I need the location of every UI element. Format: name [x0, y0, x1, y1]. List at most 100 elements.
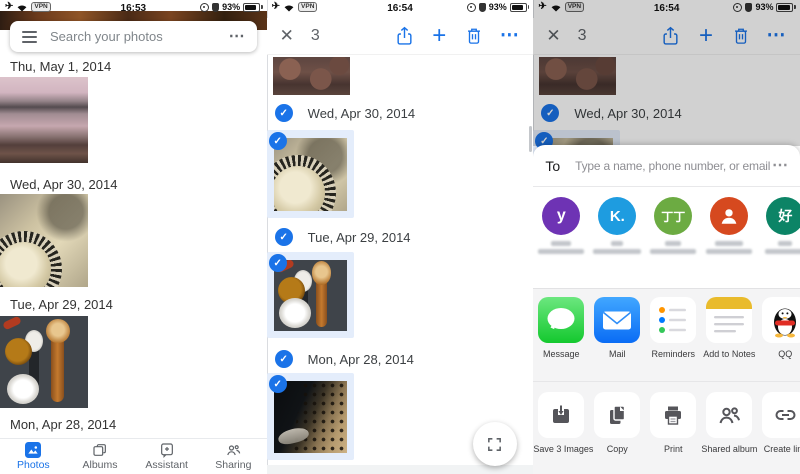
checked-circle-icon[interactable]: ✓ [269, 254, 287, 272]
status-bar: ✈ VPN 16:54 93% [267, 0, 534, 18]
shield-icon [212, 3, 219, 12]
share-target-reminders[interactable]: Reminders [645, 297, 701, 359]
avatar-initial: 好 [778, 206, 792, 226]
contact-detail-redacted [706, 249, 752, 254]
photo-thumbnail-spoons[interactable] [0, 316, 88, 408]
contact-suggestion[interactable]: 好 [757, 197, 800, 254]
date-select-row[interactable]: ✓ Tue, Apr 29, 2014 [275, 227, 411, 247]
battery-percent: 93% [489, 2, 507, 12]
checked-circle-icon[interactable]: ✓ [269, 132, 287, 150]
share-target-label: Message [533, 349, 589, 359]
contact-name-redacted [551, 241, 571, 246]
photos-icon [25, 442, 41, 458]
contact-detail-redacted [593, 249, 641, 254]
selection-count: 3 [311, 27, 320, 45]
modal-dim-overlay[interactable] [533, 0, 800, 146]
contact-suggestion[interactable]: y [533, 197, 589, 254]
photo-thumbnail-partial[interactable] [273, 57, 350, 95]
reminders-app-icon[interactable] [650, 297, 696, 343]
action-shared-album[interactable]: Shared album [701, 392, 757, 454]
contact-suggestion[interactable]: K. [589, 197, 645, 254]
next-row-peek [267, 465, 534, 474]
add-to-icon[interactable]: + [428, 24, 450, 48]
shared-album-icon[interactable] [706, 392, 752, 438]
tab-assistant[interactable]: Assistant [133, 439, 200, 474]
date-header: Tue, Apr 29, 2014 [10, 297, 113, 312]
action-label: Create link [757, 444, 800, 454]
share-target-notes[interactable]: Add to Notes [701, 297, 757, 359]
menu-icon[interactable] [22, 31, 37, 43]
checked-circle-icon[interactable]: ✓ [275, 104, 293, 122]
action-copy[interactable]: Copy [589, 392, 645, 454]
action-print[interactable]: Print [645, 392, 701, 454]
action-label: Save 3 Images [533, 444, 589, 454]
date-select-row[interactable]: ✓ Wed, Apr 30, 2014 [275, 103, 415, 123]
photo-thumbnail-leopard[interactable] [274, 381, 347, 453]
recipient-more-icon[interactable]: ⋯ [772, 161, 788, 171]
to-label: To [545, 158, 560, 174]
tab-label: Assistant [145, 459, 188, 471]
divider [533, 381, 800, 382]
tab-label: Sharing [215, 459, 251, 471]
contact-suggestion[interactable] [701, 197, 757, 254]
selected-photo-tile[interactable]: ✓ [267, 130, 354, 218]
copy-icon[interactable] [594, 392, 640, 438]
avatar[interactable] [710, 197, 748, 235]
checked-circle-icon[interactable]: ✓ [269, 375, 287, 393]
selected-photo-tile[interactable]: ✓ [267, 252, 354, 338]
more-options-icon[interactable]: ⋯ [229, 32, 245, 42]
save-images-icon[interactable] [538, 392, 584, 438]
date-header: Tue, Apr 29, 2014 [308, 230, 411, 245]
checked-circle-icon[interactable]: ✓ [275, 350, 293, 368]
action-label: Copy [589, 444, 645, 454]
contact-detail-redacted [538, 249, 584, 254]
contact-detail-redacted [650, 249, 696, 254]
selection-toolbar: ✕ 3 + ⋯ [267, 18, 534, 55]
rotation-lock-icon [467, 3, 476, 12]
photo-thumbnail-mountain-lake[interactable] [0, 77, 88, 163]
mail-app-icon[interactable] [594, 297, 640, 343]
screen-selection-mode: ✈ VPN 16:54 93% ✕ 3 + [267, 0, 534, 474]
close-selection-icon[interactable]: ✕ [280, 26, 294, 46]
date-header: Thu, May 1, 2014 [10, 59, 111, 74]
share-target-mail[interactable]: Mail [589, 297, 645, 359]
share-target-message[interactable]: Message [533, 297, 589, 359]
print-icon[interactable] [650, 392, 696, 438]
date-header: Mon, Apr 28, 2014 [308, 352, 414, 367]
messages-app-icon[interactable] [538, 297, 584, 343]
qq-app-icon[interactable] [762, 297, 800, 343]
screen-photos-library: ✈ VPN 16:53 93% Search your photos ⋯ Thu… [0, 0, 267, 474]
tab-photos[interactable]: Photos [0, 439, 67, 474]
action-save-images[interactable]: Save 3 Images [533, 392, 589, 454]
expand-selection-button[interactable] [473, 422, 517, 466]
tab-sharing[interactable]: Sharing [200, 439, 267, 474]
share-icon[interactable] [393, 24, 415, 48]
overflow-menu-icon[interactable]: ⋯ [498, 24, 520, 48]
search-bar[interactable]: Search your photos ⋯ [10, 21, 257, 52]
albums-icon [92, 442, 108, 458]
delete-icon[interactable] [463, 24, 485, 48]
rotation-lock-icon [200, 3, 209, 12]
photo-thumbnail-camera-dial[interactable] [274, 138, 347, 211]
battery-percent: 93% [222, 2, 240, 12]
date-header: Mon, Apr 28, 2014 [10, 417, 116, 432]
selected-photo-tile[interactable]: ✓ [267, 373, 354, 460]
tab-albums[interactable]: Albums [67, 439, 134, 474]
avatar[interactable]: 好 [766, 197, 800, 235]
avatar[interactable]: y [542, 197, 580, 235]
checked-circle-icon[interactable]: ✓ [275, 228, 293, 246]
photo-thumbnail-spoons[interactable] [274, 260, 347, 331]
action-create-link[interactable]: Create link [757, 392, 800, 454]
recipient-field[interactable]: To Type a name, phone number, or email ⋯ [533, 145, 800, 187]
scrollbar[interactable] [529, 126, 532, 152]
notes-app-icon[interactable] [706, 297, 752, 343]
date-select-row[interactable]: ✓ Mon, Apr 28, 2014 [275, 349, 414, 369]
sharing-icon [225, 442, 242, 458]
avatar-initial: K. [610, 208, 625, 225]
avatar[interactable]: K. [598, 197, 636, 235]
create-link-icon[interactable] [762, 392, 800, 438]
photo-thumbnail-camera-dial[interactable] [0, 194, 88, 287]
contact-suggestion[interactable]: 丁丁 [645, 197, 701, 254]
share-target-qq[interactable]: QQ [757, 297, 800, 359]
avatar[interactable]: 丁丁 [654, 197, 692, 235]
